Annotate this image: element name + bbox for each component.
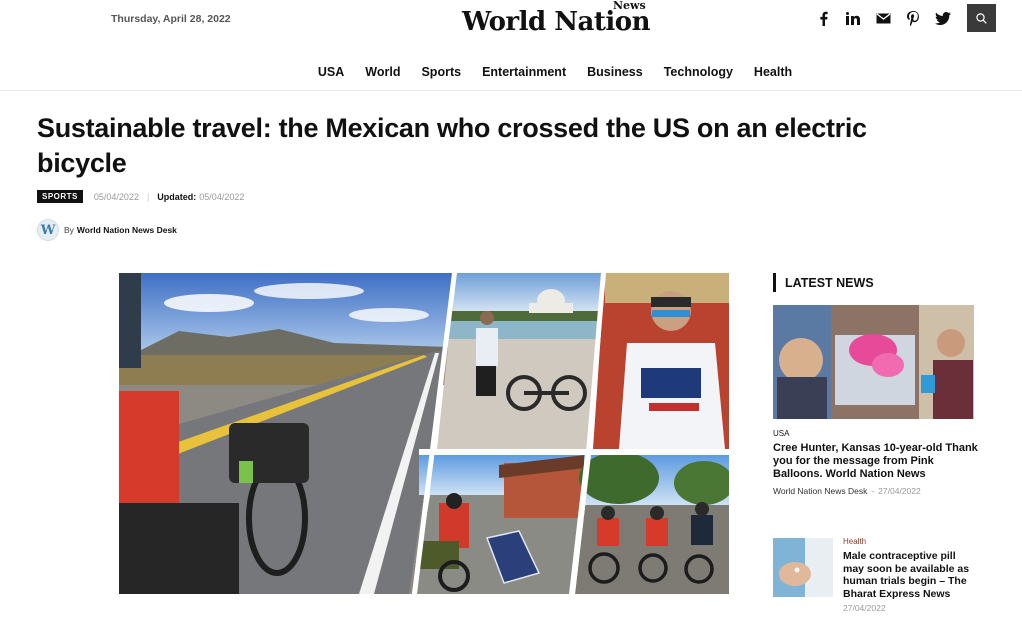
latest-news-meta-1: World Nation News Desk - 27/04/2022 bbox=[773, 486, 921, 496]
logo-sub-text: News bbox=[613, 0, 646, 12]
nav-divider bbox=[0, 90, 1022, 91]
facebook-icon[interactable] bbox=[808, 9, 838, 27]
nav-item-usa[interactable]: USA bbox=[318, 65, 344, 79]
nav-item-technology[interactable]: Technology bbox=[664, 65, 733, 79]
author-byline: W By World Nation News Desk bbox=[37, 219, 177, 241]
search-icon bbox=[976, 12, 987, 24]
latest-news-image-1[interactable] bbox=[773, 305, 974, 419]
nav-item-world[interactable]: World bbox=[365, 65, 400, 79]
pinterest-icon[interactable] bbox=[898, 9, 928, 27]
linkedin-icon[interactable] bbox=[838, 9, 868, 27]
article-meta: SPORTS 05/04/2022 | Updated: 05/04/2022 bbox=[37, 190, 244, 203]
group-ride-photo bbox=[575, 452, 729, 594]
station-photo bbox=[413, 455, 585, 594]
nav-item-business[interactable]: Business bbox=[587, 65, 643, 79]
featured-image bbox=[119, 273, 729, 594]
latest-news-title-1[interactable]: Cree Hunter, Kansas 10-year-old Thank yo… bbox=[773, 442, 978, 481]
capitol-photo bbox=[437, 273, 601, 449]
nav-item-health[interactable]: Health bbox=[754, 65, 792, 79]
updated-date: 05/04/2022 bbox=[199, 191, 245, 202]
search-button[interactable] bbox=[967, 4, 996, 32]
author-name[interactable]: World Nation News Desk bbox=[77, 225, 177, 235]
publish-date: 05/04/2022 bbox=[93, 191, 139, 202]
latest-news-date-1: 27/04/2022 bbox=[878, 486, 921, 496]
latest-news-category-1[interactable]: USA bbox=[773, 429, 789, 438]
mail-icon[interactable] bbox=[868, 9, 898, 27]
latest-news-date-2: 27/04/2022 bbox=[843, 603, 886, 613]
latest-news-title-2[interactable]: Male contraceptive pill may soon be avai… bbox=[843, 550, 978, 600]
current-date: Thursday, April 28, 2022 bbox=[111, 13, 231, 25]
by-label: By bbox=[64, 225, 74, 235]
updated-label: Updated: bbox=[157, 191, 197, 202]
latest-news-heading: LATEST NEWS bbox=[773, 273, 874, 292]
meta-separator: | bbox=[146, 191, 150, 202]
latest-news-image-2[interactable] bbox=[773, 538, 833, 597]
road-photo bbox=[119, 273, 452, 594]
portrait-photo bbox=[593, 273, 729, 449]
nav-item-entertainment[interactable]: Entertainment bbox=[482, 65, 566, 79]
nav-item-sports[interactable]: Sports bbox=[421, 65, 461, 79]
latest-news-author-1[interactable]: World Nation News Desk bbox=[773, 486, 867, 496]
social-links bbox=[808, 9, 958, 27]
article-title: Sustainable travel: the Mexican who cros… bbox=[37, 113, 867, 178]
main-nav: USA World Sports Entertainment Business … bbox=[0, 65, 1022, 79]
category-tag[interactable]: SPORTS bbox=[37, 190, 83, 203]
author-avatar[interactable]: W bbox=[37, 219, 59, 241]
meta-separator: - bbox=[871, 486, 875, 496]
twitter-icon[interactable] bbox=[928, 9, 958, 27]
latest-news-category-2[interactable]: Health bbox=[843, 537, 866, 546]
site-logo[interactable]: World Nation News bbox=[462, 0, 652, 39]
